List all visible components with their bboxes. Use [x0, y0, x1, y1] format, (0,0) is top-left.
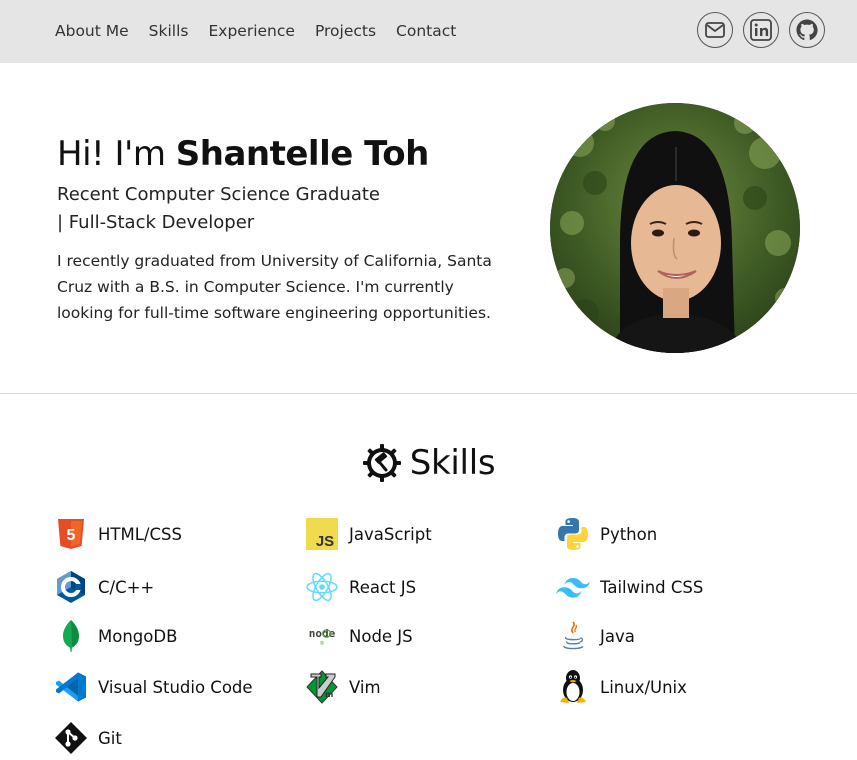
skill-mongodb: MongoDB — [54, 618, 177, 654]
skill-label: Linux/Unix — [600, 677, 687, 697]
skill-vim: m Vim — [305, 669, 381, 705]
vscode-icon — [54, 670, 88, 704]
html5-icon: 5 — [54, 517, 88, 551]
skill-vscode: Visual Studio Code — [54, 669, 253, 705]
linkedin-icon — [750, 19, 772, 41]
linux-icon — [556, 670, 590, 704]
hero-title: Hi! I'm Shantelle Toh — [57, 133, 429, 175]
svg-text:JS: JS — [316, 533, 334, 550]
git-icon — [54, 721, 88, 755]
skills-heading: Skills — [0, 440, 857, 486]
navbar: About Me Skills Experience Projects Cont… — [0, 0, 857, 63]
svg-text:®: ® — [320, 640, 325, 647]
java-icon — [556, 619, 590, 653]
react-icon — [305, 570, 339, 604]
skills-title: Skills — [409, 443, 496, 483]
hero-subtitle: Recent Computer Science Graduate | Full-… — [57, 181, 397, 237]
skill-label: Python — [600, 524, 658, 544]
skill-label: MongoDB — [98, 626, 178, 646]
skill-java: Java — [556, 618, 635, 654]
skill-label: Visual Studio Code — [98, 677, 253, 697]
avatar — [550, 103, 800, 353]
skill-git: Git — [54, 720, 122, 756]
social-links — [697, 12, 825, 48]
github-icon — [796, 19, 818, 41]
email-button[interactable] — [697, 12, 733, 48]
skill-nodejs: node ® Node JS — [305, 618, 413, 654]
skill-tailwind: Tailwind CSS — [556, 569, 703, 605]
nav-link-experience[interactable]: Experience — [208, 20, 294, 42]
skill-label: Node JS — [349, 626, 413, 646]
nav-link-skills[interactable]: Skills — [149, 20, 189, 42]
github-button[interactable] — [789, 12, 825, 48]
hammer-gear-icon — [362, 444, 401, 482]
hero-description: I recently graduated from University of … — [57, 252, 492, 322]
svg-text:5: 5 — [67, 527, 76, 544]
skill-c-cpp: C/C++ — [54, 569, 154, 605]
vim-icon: m — [305, 670, 339, 704]
hero-greeting: Hi! I'm — [57, 134, 176, 174]
hero-name: Shantelle Toh — [175, 134, 430, 174]
skill-label: Vim — [349, 677, 381, 697]
skill-label: Git — [98, 728, 122, 748]
skill-html-css: 5 HTML/CSS — [54, 516, 182, 552]
skill-label: Java — [600, 626, 635, 646]
nav-link-projects[interactable]: Projects — [315, 20, 376, 42]
nav-link-about-me[interactable]: About Me — [55, 20, 129, 42]
section-divider — [0, 393, 857, 394]
nav-link-contact[interactable]: Contact — [396, 20, 456, 42]
skill-label: HTML/CSS — [98, 524, 182, 544]
skill-python: Python — [556, 516, 657, 552]
hero-section: Hi! I'm Shantelle Toh Recent Computer Sc… — [0, 63, 857, 394]
skill-javascript: JS JavaScript — [305, 516, 432, 552]
nodejs-icon: node ® — [305, 619, 339, 653]
skill-label: React JS — [349, 577, 417, 597]
skill-linux: Linux/Unix — [556, 669, 687, 705]
hero-subtitle-line1: Recent Computer Science Graduate — [57, 184, 381, 205]
skill-react: React JS — [305, 569, 416, 605]
email-icon — [705, 22, 725, 38]
python-icon — [556, 517, 590, 551]
tailwind-icon — [556, 570, 590, 604]
skill-label: JavaScript — [349, 524, 432, 544]
mongodb-icon — [54, 619, 88, 653]
hero-subtitle-line2: | Full-Stack Developer — [57, 212, 255, 233]
skill-label: Tailwind CSS — [600, 577, 704, 597]
svg-text:m: m — [325, 690, 333, 699]
javascript-icon: JS — [305, 517, 339, 551]
cplusplus-icon — [54, 570, 88, 604]
linkedin-button[interactable] — [743, 12, 779, 48]
skill-label: C/C++ — [98, 577, 155, 597]
nav-links: About Me Skills Experience Projects Cont… — [55, 20, 476, 42]
